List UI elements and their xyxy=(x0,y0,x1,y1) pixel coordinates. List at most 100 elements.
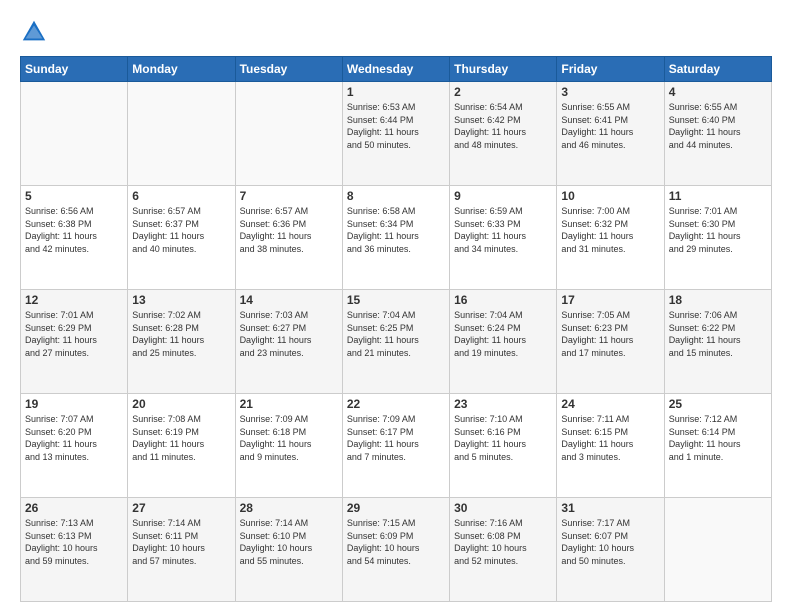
day-info: Sunrise: 7:12 AM Sunset: 6:14 PM Dayligh… xyxy=(669,413,767,463)
day-info: Sunrise: 6:57 AM Sunset: 6:37 PM Dayligh… xyxy=(132,205,230,255)
day-info: Sunrise: 6:58 AM Sunset: 6:34 PM Dayligh… xyxy=(347,205,445,255)
day-cell: 7 Sunrise: 6:57 AM Sunset: 6:36 PM Daylig… xyxy=(235,186,342,290)
day-info: Sunrise: 7:09 AM Sunset: 6:18 PM Dayligh… xyxy=(240,413,338,463)
day-info: Sunrise: 7:14 AM Sunset: 6:11 PM Dayligh… xyxy=(132,517,230,567)
day-number: 6 xyxy=(132,189,230,203)
day-info: Sunrise: 6:55 AM Sunset: 6:40 PM Dayligh… xyxy=(669,101,767,151)
day-number: 7 xyxy=(240,189,338,203)
col-header-friday: Friday xyxy=(557,57,664,82)
day-info: Sunrise: 7:17 AM Sunset: 6:07 PM Dayligh… xyxy=(561,517,659,567)
day-cell: 4 Sunrise: 6:55 AM Sunset: 6:40 PM Daylig… xyxy=(664,82,771,186)
day-number: 19 xyxy=(25,397,123,411)
day-cell: 31 Sunrise: 7:17 AM Sunset: 6:07 PM Dayli… xyxy=(557,498,664,602)
day-cell: 9Sunrise: 6:59 AM Sunset: 6:33 PM Daylig… xyxy=(450,186,557,290)
day-info: Sunrise: 7:00 AM Sunset: 6:32 PM Dayligh… xyxy=(561,205,659,255)
day-cell: 21Sunrise: 7:09 AM Sunset: 6:18 PM Dayli… xyxy=(235,394,342,498)
calendar-header-row: SundayMondayTuesdayWednesdayThursdayFrid… xyxy=(21,57,772,82)
day-info: Sunrise: 7:13 AM Sunset: 6:13 PM Dayligh… xyxy=(25,517,123,567)
col-header-thursday: Thursday xyxy=(450,57,557,82)
day-cell: 11 Sunrise: 7:01 AM Sunset: 6:30 PM Dayli… xyxy=(664,186,771,290)
day-info: Sunrise: 7:01 AM Sunset: 6:30 PM Dayligh… xyxy=(669,205,767,255)
day-info: Sunrise: 7:10 AM Sunset: 6:16 PM Dayligh… xyxy=(454,413,552,463)
day-cell: 28 Sunrise: 7:14 AM Sunset: 6:10 PM Dayli… xyxy=(235,498,342,602)
day-number: 20 xyxy=(132,397,230,411)
day-cell: 15 Sunrise: 7:04 AM Sunset: 6:25 PM Dayli… xyxy=(342,290,449,394)
page: SundayMondayTuesdayWednesdayThursdayFrid… xyxy=(0,0,792,612)
logo-icon xyxy=(20,18,48,46)
week-row-5: 26 Sunrise: 7:13 AM Sunset: 6:13 PM Dayli… xyxy=(21,498,772,602)
day-number: 27 xyxy=(132,501,230,515)
day-info: Sunrise: 7:08 AM Sunset: 6:19 PM Dayligh… xyxy=(132,413,230,463)
col-header-saturday: Saturday xyxy=(664,57,771,82)
day-number: 2 xyxy=(454,85,552,99)
day-number: 3 xyxy=(561,85,659,99)
week-row-4: 19Sunrise: 7:07 AM Sunset: 6:20 PM Dayli… xyxy=(21,394,772,498)
col-header-monday: Monday xyxy=(128,57,235,82)
day-info: Sunrise: 6:57 AM Sunset: 6:36 PM Dayligh… xyxy=(240,205,338,255)
day-number: 4 xyxy=(669,85,767,99)
day-info: Sunrise: 7:05 AM Sunset: 6:23 PM Dayligh… xyxy=(561,309,659,359)
day-cell: 26 Sunrise: 7:13 AM Sunset: 6:13 PM Dayli… xyxy=(21,498,128,602)
day-number: 13 xyxy=(132,293,230,307)
day-cell: 14 Sunrise: 7:03 AM Sunset: 6:27 PM Dayli… xyxy=(235,290,342,394)
day-info: Sunrise: 6:59 AM Sunset: 6:33 PM Dayligh… xyxy=(454,205,552,255)
day-info: Sunrise: 7:16 AM Sunset: 6:08 PM Dayligh… xyxy=(454,517,552,567)
day-number: 28 xyxy=(240,501,338,515)
day-info: Sunrise: 7:01 AM Sunset: 6:29 PM Dayligh… xyxy=(25,309,123,359)
day-info: Sunrise: 7:03 AM Sunset: 6:27 PM Dayligh… xyxy=(240,309,338,359)
day-number: 25 xyxy=(669,397,767,411)
day-info: Sunrise: 6:56 AM Sunset: 6:38 PM Dayligh… xyxy=(25,205,123,255)
day-number: 10 xyxy=(561,189,659,203)
day-number: 26 xyxy=(25,501,123,515)
day-cell: 20 Sunrise: 7:08 AM Sunset: 6:19 PM Dayli… xyxy=(128,394,235,498)
day-number: 17 xyxy=(561,293,659,307)
day-cell xyxy=(664,498,771,602)
col-header-sunday: Sunday xyxy=(21,57,128,82)
header xyxy=(20,18,772,46)
day-cell: 12 Sunrise: 7:01 AM Sunset: 6:29 PM Dayli… xyxy=(21,290,128,394)
day-cell: 10 Sunrise: 7:00 AM Sunset: 6:32 PM Dayli… xyxy=(557,186,664,290)
day-info: Sunrise: 7:04 AM Sunset: 6:24 PM Dayligh… xyxy=(454,309,552,359)
day-cell xyxy=(21,82,128,186)
day-info: Sunrise: 6:54 AM Sunset: 6:42 PM Dayligh… xyxy=(454,101,552,151)
day-cell: 30Sunrise: 7:16 AM Sunset: 6:08 PM Dayli… xyxy=(450,498,557,602)
day-info: Sunrise: 7:09 AM Sunset: 6:17 PM Dayligh… xyxy=(347,413,445,463)
day-info: Sunrise: 7:02 AM Sunset: 6:28 PM Dayligh… xyxy=(132,309,230,359)
day-info: Sunrise: 7:14 AM Sunset: 6:10 PM Dayligh… xyxy=(240,517,338,567)
day-cell: 22 Sunrise: 7:09 AM Sunset: 6:17 PM Dayli… xyxy=(342,394,449,498)
day-info: Sunrise: 7:11 AM Sunset: 6:15 PM Dayligh… xyxy=(561,413,659,463)
day-cell: 24 Sunrise: 7:11 AM Sunset: 6:15 PM Dayli… xyxy=(557,394,664,498)
day-number: 12 xyxy=(25,293,123,307)
day-info: Sunrise: 6:55 AM Sunset: 6:41 PM Dayligh… xyxy=(561,101,659,151)
day-number: 8 xyxy=(347,189,445,203)
day-cell: 29Sunrise: 7:15 AM Sunset: 6:09 PM Dayli… xyxy=(342,498,449,602)
day-cell: 23Sunrise: 7:10 AM Sunset: 6:16 PM Dayli… xyxy=(450,394,557,498)
week-row-1: 1Sunrise: 6:53 AM Sunset: 6:44 PM Daylig… xyxy=(21,82,772,186)
week-row-2: 5 Sunrise: 6:56 AM Sunset: 6:38 PM Daylig… xyxy=(21,186,772,290)
day-number: 14 xyxy=(240,293,338,307)
day-number: 15 xyxy=(347,293,445,307)
day-cell: 25 Sunrise: 7:12 AM Sunset: 6:14 PM Dayli… xyxy=(664,394,771,498)
day-number: 16 xyxy=(454,293,552,307)
day-cell: 3 Sunrise: 6:55 AM Sunset: 6:41 PM Daylig… xyxy=(557,82,664,186)
day-cell: 19Sunrise: 7:07 AM Sunset: 6:20 PM Dayli… xyxy=(21,394,128,498)
day-cell: 16 Sunrise: 7:04 AM Sunset: 6:24 PM Dayli… xyxy=(450,290,557,394)
col-header-wednesday: Wednesday xyxy=(342,57,449,82)
day-info: Sunrise: 6:53 AM Sunset: 6:44 PM Dayligh… xyxy=(347,101,445,151)
day-info: Sunrise: 7:06 AM Sunset: 6:22 PM Dayligh… xyxy=(669,309,767,359)
day-number: 22 xyxy=(347,397,445,411)
day-number: 5 xyxy=(25,189,123,203)
col-header-tuesday: Tuesday xyxy=(235,57,342,82)
day-number: 18 xyxy=(669,293,767,307)
day-cell: 6 Sunrise: 6:57 AM Sunset: 6:37 PM Daylig… xyxy=(128,186,235,290)
day-cell xyxy=(128,82,235,186)
day-cell: 17 Sunrise: 7:05 AM Sunset: 6:23 PM Dayli… xyxy=(557,290,664,394)
day-info: Sunrise: 7:15 AM Sunset: 6:09 PM Dayligh… xyxy=(347,517,445,567)
day-number: 24 xyxy=(561,397,659,411)
day-number: 11 xyxy=(669,189,767,203)
day-cell: 18 Sunrise: 7:06 AM Sunset: 6:22 PM Dayli… xyxy=(664,290,771,394)
day-cell: 8 Sunrise: 6:58 AM Sunset: 6:34 PM Daylig… xyxy=(342,186,449,290)
day-info: Sunrise: 7:04 AM Sunset: 6:25 PM Dayligh… xyxy=(347,309,445,359)
day-number: 31 xyxy=(561,501,659,515)
logo xyxy=(20,18,52,46)
